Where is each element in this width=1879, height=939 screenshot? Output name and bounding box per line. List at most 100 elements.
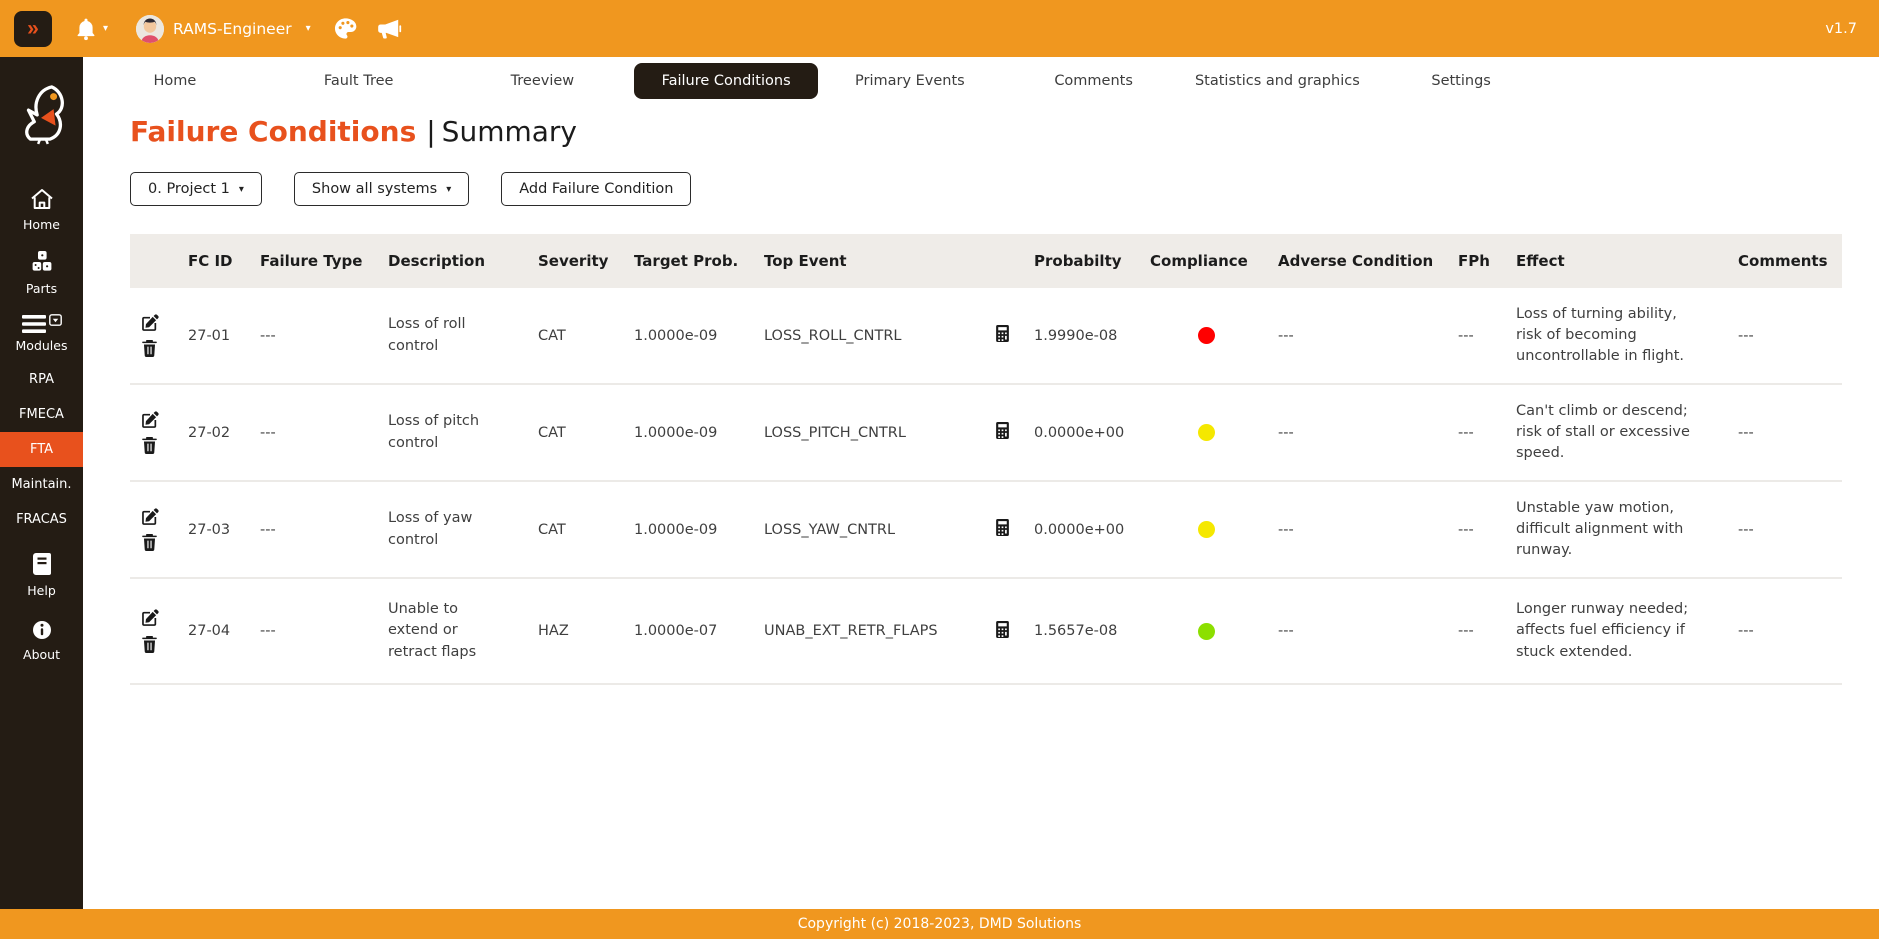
- delete-row-button[interactable]: [141, 437, 159, 455]
- delete-row-button[interactable]: [141, 635, 159, 653]
- trash-icon: [141, 636, 158, 653]
- fc-id-cell: 27-02: [188, 425, 260, 441]
- probability-cell: 0.0000e+00: [1034, 522, 1150, 538]
- sidebar-item-label: FMECA: [19, 407, 64, 422]
- sidebar-item-help[interactable]: Help: [0, 543, 83, 607]
- tab-fault-tree[interactable]: Fault Tree: [267, 63, 451, 99]
- tab-comments[interactable]: Comments: [1002, 63, 1186, 99]
- sidebar-item-label: FRACAS: [16, 512, 67, 527]
- target-prob-cell: 1.0000e-09: [634, 328, 764, 344]
- header-description: Description: [388, 252, 538, 270]
- table-header-row: FC ID Failure Type Description Severity …: [130, 234, 1842, 288]
- sidebar-item-fracas[interactable]: FRACAS: [0, 502, 83, 537]
- effect-cell: Loss of turning ability, risk of becomin…: [1516, 304, 1738, 367]
- table-row: 27-04 --- Unable to extend or retract fl…: [130, 579, 1842, 685]
- tab-settings[interactable]: Settings: [1369, 63, 1553, 99]
- fc-id-cell: 27-04: [188, 623, 260, 639]
- tab-home[interactable]: Home: [83, 63, 267, 99]
- tab-statistics[interactable]: Statistics and graphics: [1186, 63, 1370, 99]
- comments-cell: ---: [1738, 328, 1842, 344]
- table-row: 27-01 --- Loss of roll control CAT 1.000…: [130, 288, 1842, 385]
- comments-cell: ---: [1738, 425, 1842, 441]
- top-event-cell: LOSS_PITCH_CNTRL: [764, 425, 994, 441]
- sidebar-item-rpa[interactable]: RPA: [0, 362, 83, 397]
- edit-pencil-icon: [141, 609, 159, 627]
- theme-palette-button[interactable]: [333, 16, 358, 41]
- compliance-indicator: [1198, 521, 1215, 538]
- delete-row-button[interactable]: [141, 340, 159, 358]
- calculate-probability-button[interactable]: [994, 621, 1011, 641]
- compliance-indicator: [1198, 623, 1215, 640]
- adverse-condition-cell: ---: [1278, 522, 1458, 538]
- calculator-icon: [994, 519, 1011, 536]
- sidebar-item-about[interactable]: About: [0, 611, 83, 671]
- header-probability: Probabilty: [1034, 252, 1150, 270]
- systems-filter-dropdown[interactable]: Show all systems ▾: [294, 172, 469, 206]
- header-compliance: Compliance: [1150, 252, 1278, 270]
- severity-cell: CAT: [538, 425, 634, 441]
- announcements-button[interactable]: [376, 16, 402, 42]
- sidebar-item-fmeca[interactable]: FMECA: [0, 397, 83, 432]
- target-prob-cell: 1.0000e-09: [634, 425, 764, 441]
- header-comments: Comments: [1738, 252, 1842, 270]
- effect-cell: Can't climb or descend; risk of stall or…: [1516, 401, 1738, 464]
- notifications-menu[interactable]: ▾: [74, 17, 108, 41]
- sidebar-item-label: FTA: [30, 442, 53, 457]
- user-menu[interactable]: RAMS-Engineer ▾: [136, 15, 311, 43]
- calculate-probability-button[interactable]: [994, 325, 1011, 345]
- tab-treeview[interactable]: Treeview: [451, 63, 635, 99]
- edit-pencil-icon: [141, 508, 159, 526]
- sidebar-item-label: Modules: [16, 338, 68, 353]
- fc-id-cell: 27-03: [188, 522, 260, 538]
- calculate-probability-button[interactable]: [994, 519, 1011, 539]
- page-title: Failure Conditions|Summary: [130, 115, 1879, 148]
- header-effect: Effect: [1516, 252, 1738, 270]
- toolbar: 0. Project 1 ▾ Show all systems ▾ Add Fa…: [130, 172, 1879, 206]
- sidebar: Home Modules Parts: [0, 57, 83, 909]
- top-bar: » ▾ RAMS-Engineer ▾: [0, 0, 1879, 57]
- top-event-cell: UNAB_EXT_RETR_FLAPS: [764, 623, 994, 639]
- sidebar-item-parts[interactable]: Modules Parts: [0, 241, 83, 305]
- project-select-dropdown[interactable]: 0. Project 1 ▾: [130, 172, 262, 206]
- severity-cell: CAT: [538, 522, 634, 538]
- compliance-indicator: [1198, 424, 1215, 441]
- page-title-separator: |: [426, 115, 435, 148]
- edit-row-button[interactable]: [141, 609, 159, 627]
- top-event-cell: LOSS_ROLL_CNTRL: [764, 328, 994, 344]
- table-row: 27-03 --- Loss of yaw control CAT 1.0000…: [130, 482, 1842, 579]
- failure-type-cell: ---: [260, 623, 388, 639]
- edit-row-button[interactable]: [141, 508, 159, 526]
- sidebar-item-label: Home: [23, 217, 60, 232]
- description-cell: Unable to extend or retract flaps: [388, 599, 538, 662]
- add-failure-condition-button[interactable]: Add Failure Condition: [501, 172, 691, 206]
- failure-type-cell: ---: [260, 425, 388, 441]
- modules-list-icon: [22, 314, 62, 334]
- header-top-event: Top Event: [764, 252, 994, 270]
- sidebar-item-fta[interactable]: FTA: [0, 432, 83, 467]
- edit-row-button[interactable]: [141, 411, 159, 429]
- edit-row-button[interactable]: [141, 314, 159, 332]
- effect-cell: Longer runway needed; affects fuel effic…: [1516, 599, 1738, 662]
- sidebar-item-label: RPA: [29, 372, 54, 387]
- sidebar-collapse-button[interactable]: »: [14, 11, 52, 47]
- delete-row-button[interactable]: [141, 534, 159, 552]
- systems-filter-label: Show all systems: [312, 181, 437, 197]
- header-failure-type: Failure Type: [260, 252, 388, 270]
- sidebar-item-home[interactable]: Home: [0, 179, 83, 241]
- compliance-indicator: [1198, 327, 1215, 344]
- palette-icon: [333, 16, 358, 41]
- target-prob-cell: 1.0000e-09: [634, 522, 764, 538]
- sidebar-item-maintain[interactable]: Maintain.: [0, 467, 83, 502]
- tab-failure-conditions[interactable]: Failure Conditions: [634, 63, 818, 99]
- description-cell: Loss of pitch control: [388, 411, 538, 453]
- header-adverse-condition: Adverse Condition: [1278, 252, 1458, 270]
- parts-cubes-icon: [29, 250, 55, 277]
- calculator-icon: [994, 621, 1011, 638]
- tab-primary-events[interactable]: Primary Events: [818, 63, 1002, 99]
- severity-cell: HAZ: [538, 623, 634, 639]
- adverse-condition-cell: ---: [1278, 328, 1458, 344]
- calculate-probability-button[interactable]: [994, 422, 1011, 442]
- sidebar-item-modules[interactable]: Modules: [0, 305, 83, 362]
- sidebar-item-label: Parts: [26, 281, 57, 296]
- comments-cell: ---: [1738, 522, 1842, 538]
